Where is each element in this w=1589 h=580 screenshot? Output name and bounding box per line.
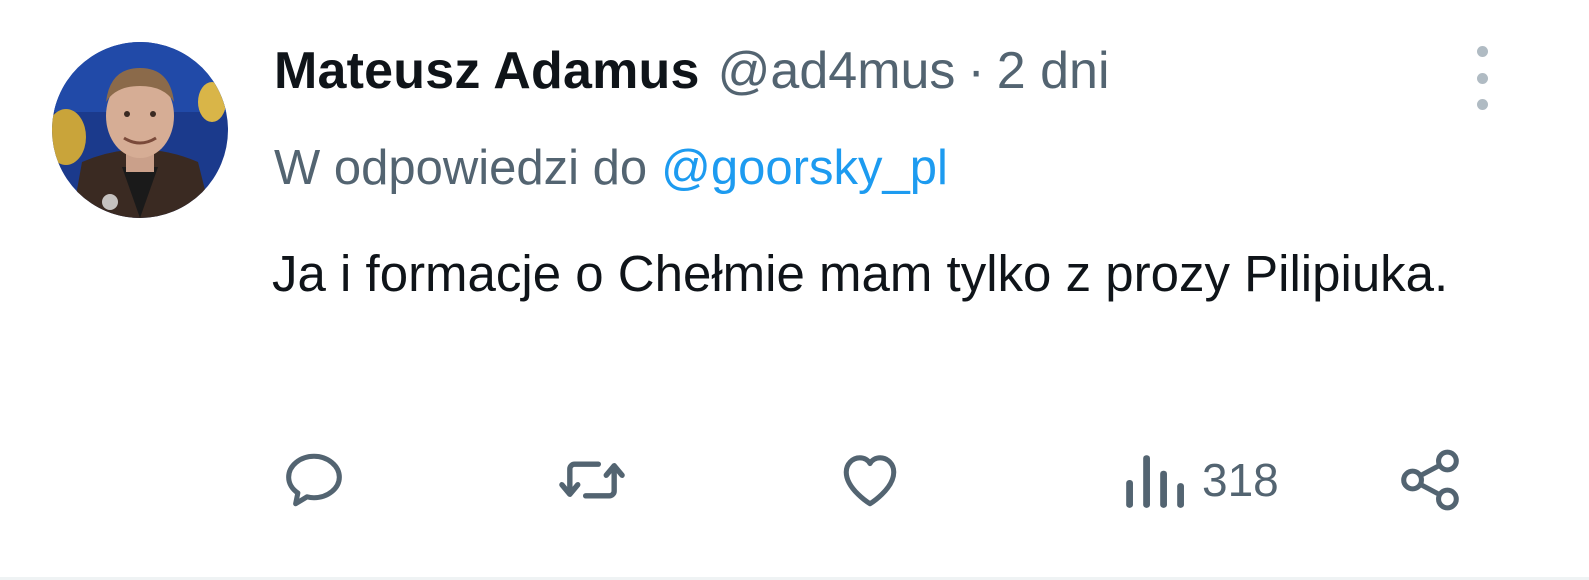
tweet[interactable]: Mateusz Adamus @ad4mus · 2 dni W odpowie… — [0, 0, 1589, 580]
more-dot — [1476, 46, 1488, 57]
action-bar: 318 — [0, 440, 1589, 520]
display-name[interactable]: Mateusz Adamus — [274, 41, 700, 101]
like-button[interactable] — [832, 440, 908, 520]
more-dot — [1476, 99, 1488, 110]
reply-button[interactable] — [276, 440, 352, 520]
views-button[interactable]: 318 — [1120, 440, 1279, 520]
separator-dot: · — [967, 42, 985, 100]
reply-icon — [286, 453, 342, 507]
more-dot — [1476, 72, 1488, 84]
retweet-button[interactable] — [554, 440, 630, 520]
tweet-text: Ja i formacje o Chełmie mam tylko z proz… — [272, 245, 1449, 302]
avatar[interactable] — [52, 42, 228, 218]
share-icon — [1401, 449, 1459, 511]
views-count: 318 — [1202, 454, 1279, 506]
more-vertical-icon[interactable] — [1464, 46, 1500, 110]
retweet-icon — [559, 461, 625, 499]
reply-context: W odpowiedzi do @goorsky_pl — [274, 136, 948, 200]
avatar-image — [52, 42, 228, 218]
user-handle[interactable]: @ad4mus — [718, 41, 956, 101]
tweet-header: Mateusz Adamus @ad4mus · 2 dni — [274, 36, 1110, 106]
reply-prefix: W odpowiedzi do — [274, 141, 648, 195]
views-icon — [1126, 455, 1184, 508]
share-button[interactable] — [1392, 440, 1468, 520]
heart-icon — [843, 455, 897, 507]
reply-mention-link[interactable]: @goorsky_pl — [661, 140, 948, 196]
timestamp[interactable]: 2 dni — [997, 41, 1110, 101]
